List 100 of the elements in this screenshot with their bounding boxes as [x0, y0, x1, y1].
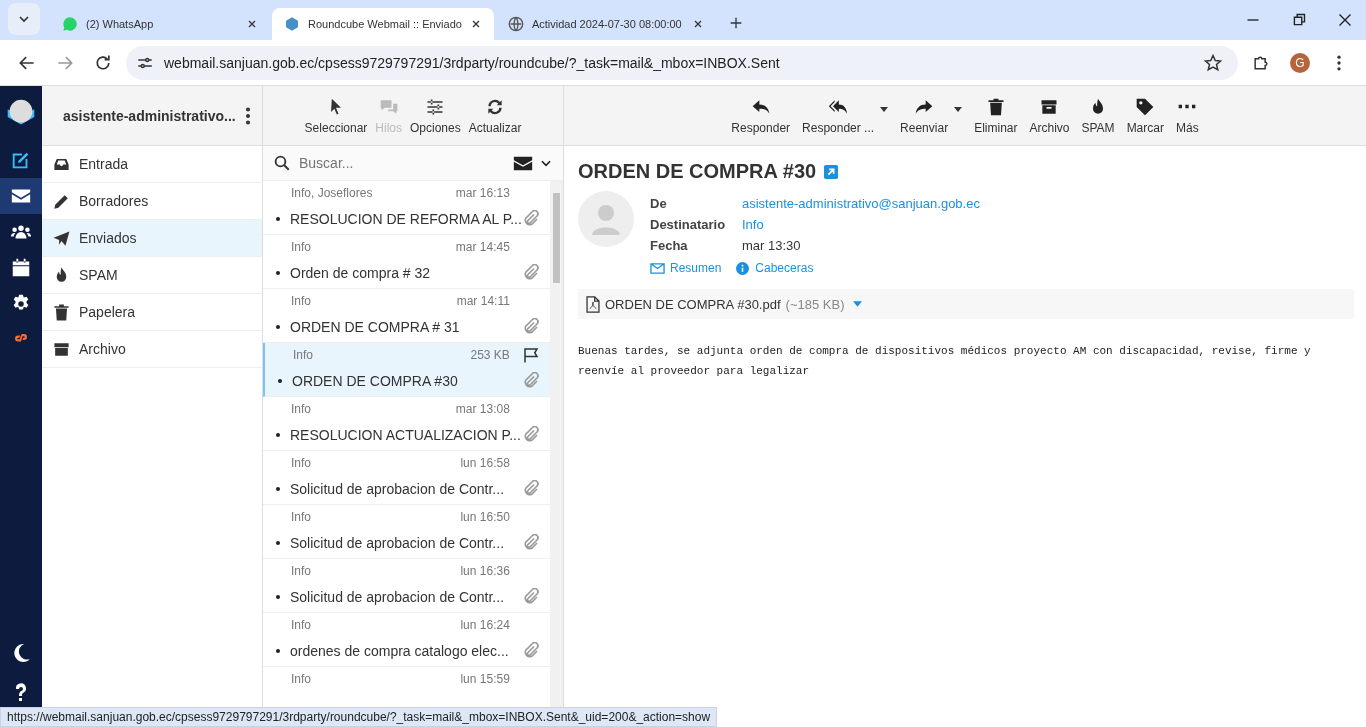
chat-bubble-icon [62, 16, 78, 32]
close-icon[interactable] [246, 18, 258, 30]
header-label: Fecha [650, 238, 689, 253]
browser-tab[interactable]: Actividad 2024-07-30 08:00:00 [495, 8, 716, 40]
paperclip-icon [521, 588, 540, 606]
bullet-icon [276, 487, 280, 491]
caret-down-icon[interactable] [880, 106, 889, 112]
account-name: asistente-administrativo... [63, 107, 237, 124]
bullet-icon [276, 541, 280, 545]
toolbar-button[interactable]: Opciones [408, 92, 463, 139]
message-date: lun 16:24 [460, 618, 510, 632]
trash-icon [52, 302, 71, 322]
header-label: De [650, 196, 668, 211]
external-link-icon[interactable] [824, 164, 839, 179]
paperclip-icon [521, 210, 540, 228]
scrollbar[interactable] [549, 181, 563, 710]
sender-name: Info [293, 348, 314, 362]
envelope-icon [650, 261, 665, 275]
attachment-name: ORDEN DE COMPRA #30.pdf [605, 296, 781, 312]
attachment-size: (~185 KB) [785, 296, 845, 312]
message-subject: ORDEN DE COMPRA #30 [292, 373, 459, 389]
globe-icon [507, 16, 524, 32]
message-subject: Orden de compra # 32 [290, 265, 432, 281]
message-date: lun 15:59 [460, 672, 510, 686]
folder-item[interactable]: Papelera [42, 294, 262, 331]
bullet-icon [276, 595, 280, 599]
message-subject: ORDEN DE COMPRA #30 [578, 160, 817, 183]
paperclip-icon [521, 372, 540, 390]
bullet-icon [278, 379, 282, 383]
message-subject: RESOLUCION ACTUALIZACION P... [290, 427, 522, 443]
message-row[interactable]: Info mar 14:45 Orden de compra # 32 [263, 235, 550, 289]
bullet-icon [276, 649, 280, 653]
tag-icon [1135, 96, 1156, 117]
caret-down-icon[interactable] [954, 106, 963, 112]
message-row[interactable]: Info mar 13:08 RESOLUCION ACTUALIZACION P... [263, 397, 550, 451]
info-icon [735, 261, 751, 275]
browser-tab[interactable]: (2) WhatsApp [50, 8, 270, 40]
message-row[interactable]: Info lun 16:58 Solicitud de aprobacion de Contr... [263, 451, 550, 505]
dots-icon [1177, 103, 1198, 109]
sender-name: Info [291, 618, 312, 632]
message-subject: RESOLUCION DE REFORMA AL P... [290, 211, 522, 227]
message-row[interactable]: Info lun 16:24 ordenes de compra catalogo elec... [263, 613, 550, 667]
sender-name: Info, Joseflores [291, 186, 374, 200]
folder-item[interactable]: Enviados [42, 220, 262, 257]
avatar-silhouette-icon [578, 191, 634, 247]
header-link[interactable]: Info [742, 217, 980, 232]
paperclip-icon [521, 264, 540, 282]
scrollbar-thumb[interactable] [552, 193, 560, 283]
folder-item[interactable]: Archivo [42, 331, 262, 368]
message-date: lun 16:58 [460, 456, 510, 470]
toolbar-button[interactable]: Actualizar [466, 92, 524, 139]
header-toggle-link[interactable]: Cabeceras [735, 261, 814, 275]
toolbar-button[interactable]: SPAM [1079, 92, 1117, 139]
message-row[interactable]: Info 253 KB ORDEN DE COMPRA #30 [263, 343, 550, 397]
attachment-bar[interactable]: ORDEN DE COMPRA #30.pdf (~185 KB) [578, 289, 1354, 319]
message-row[interactable]: Info lun 16:50 Solicitud de aprobacion de Contr... [263, 505, 550, 559]
sender-name: Info [291, 510, 312, 524]
search-input[interactable]: Buscar... [297, 154, 507, 172]
toolbar-button[interactable]: Seleccionar [302, 92, 370, 139]
pdf-file-icon [586, 295, 600, 313]
sender-name: Info [291, 672, 312, 686]
header-toggle-link[interactable]: Resumen [650, 261, 722, 275]
sender-name: Info [291, 402, 312, 416]
browser-tab[interactable]: Roundcube Webmail :: Enviado [272, 8, 494, 40]
flag-icon[interactable] [521, 346, 540, 364]
sender-name: Info [291, 294, 312, 308]
message-row[interactable]: Info, Joseflores mar 16:13 RESOLUCION DE REFORMA AL P... [263, 181, 550, 235]
toolbar-button[interactable]: Archivo [1027, 92, 1072, 139]
message-subject: Solicitud de aprobacion de Contr... [290, 589, 506, 605]
message-date: mar 16:13 [455, 186, 510, 200]
cube-icon [284, 16, 300, 32]
message-date: lun 16:50 [460, 510, 510, 524]
toolbar-button[interactable]: Reenviar [898, 92, 965, 139]
message-row[interactable]: Info lun 16:36 Solicitud de aprobacion de Contr... [263, 559, 550, 613]
toolbar-button[interactable]: Responder [729, 92, 793, 139]
envelope-icon[interactable] [513, 155, 533, 171]
message-date: 253 KB [470, 348, 510, 362]
toolbar-button[interactable]: Eliminar [972, 92, 1020, 139]
sender-name: Info [291, 564, 312, 578]
header-link[interactable]: asistente-administrativo@sanjuan.gob.ec [742, 196, 980, 211]
paperclip-icon [521, 534, 540, 552]
message-date: mar 14:45 [455, 240, 510, 254]
toolbar-button[interactable]: Responder ... [800, 92, 891, 139]
message-subject: Solicitud de aprobacion de Contr... [290, 535, 506, 551]
message-subject: ORDEN DE COMPRA # 31 [290, 319, 461, 335]
toolbar-button[interactable]: Marcar [1124, 92, 1166, 139]
nav-rail-item[interactable] [0, 178, 42, 214]
paperclip-icon [521, 318, 540, 336]
bullet-icon [276, 325, 280, 329]
profile-avatar[interactable]: G [1290, 52, 1310, 73]
search-field[interactable]: Buscar... [263, 146, 563, 181]
message-date: lun 16:36 [460, 564, 510, 578]
folder-item[interactable]: Entrada [42, 146, 262, 183]
toolbar-button[interactable]: Más [1173, 92, 1201, 139]
star-icon[interactable] [1203, 52, 1223, 73]
paperclip-icon [521, 426, 540, 444]
folder-item[interactable]: SPAM [42, 257, 262, 294]
bullet-icon [276, 217, 280, 221]
address-bar[interactable]: webmail.sanjuan.gob.ec/cpsess9729797291/3rdparty/roundcube/?_task=mail&_mbox=INBOX.Sent [126, 45, 1238, 80]
bullet-icon [276, 271, 280, 275]
